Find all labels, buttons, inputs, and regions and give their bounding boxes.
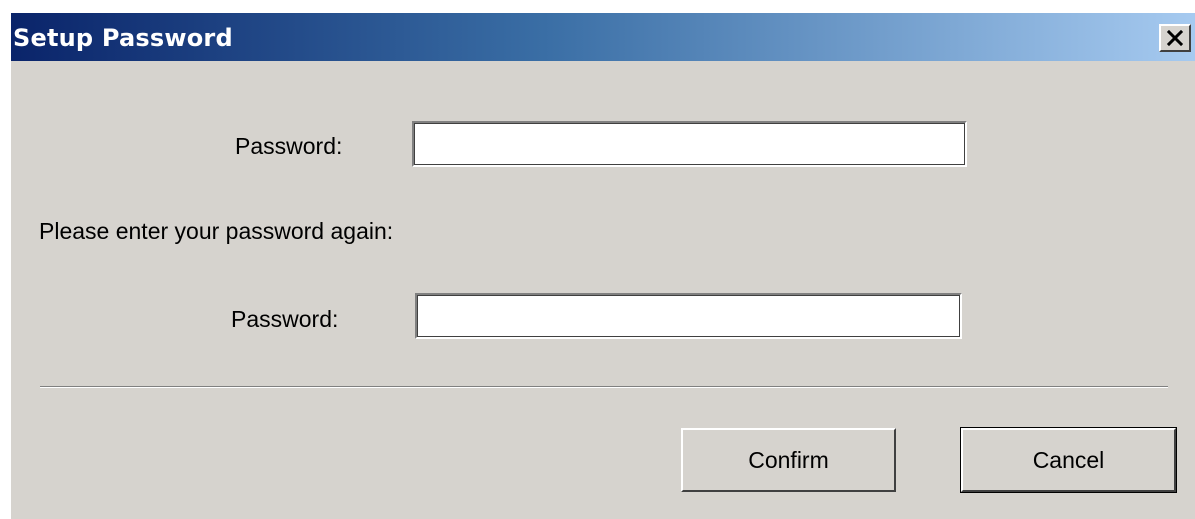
confirm-prompt-label: Please enter your password again: (39, 218, 394, 244)
separator (40, 386, 1168, 388)
setup-password-dialog: Setup Password Password: Please enter yo… (11, 13, 1195, 519)
window-title: Setup Password (13, 24, 233, 52)
password-again-input[interactable] (415, 293, 962, 339)
title-bar[interactable]: Setup Password (11, 13, 1195, 61)
confirm-button[interactable]: Confirm (681, 428, 896, 492)
close-icon (1167, 30, 1183, 46)
password-input[interactable] (412, 121, 967, 167)
password-label: Password: (235, 133, 343, 159)
cancel-button[interactable]: Cancel (960, 427, 1177, 493)
password-again-label: Password: (231, 306, 339, 332)
close-button[interactable] (1159, 24, 1191, 52)
